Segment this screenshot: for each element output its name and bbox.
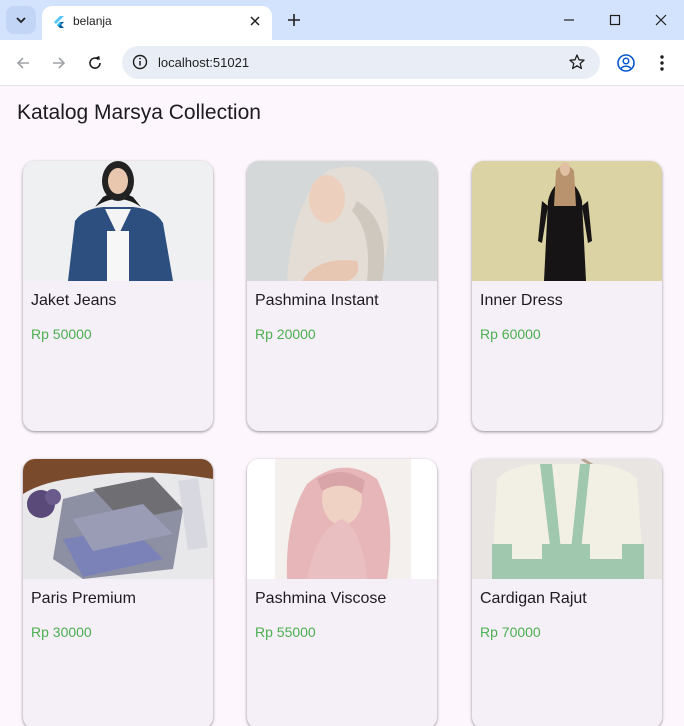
- tab-search-button[interactable]: [6, 6, 36, 34]
- product-price: Rp 70000: [480, 624, 541, 640]
- window-close-button[interactable]: [638, 0, 684, 40]
- product-name: Jaket Jeans: [31, 292, 117, 309]
- bookmark-star-icon[interactable]: [568, 53, 586, 71]
- tab-title: belanja: [73, 14, 112, 28]
- profile-icon: [617, 54, 635, 72]
- product-name: Inner Dress: [480, 292, 563, 309]
- tab-close-button[interactable]: [246, 12, 264, 30]
- product-image: [247, 459, 437, 579]
- minimize-icon: [564, 19, 574, 21]
- flutter-icon: [54, 16, 64, 28]
- product-name: Pashmina Viscose: [255, 590, 387, 607]
- product-price: Rp 20000: [255, 326, 316, 342]
- chevron-down-icon: [16, 17, 26, 24]
- browser-toolbar: localhost:51021: [0, 40, 684, 86]
- product-price: Rp 30000: [31, 624, 92, 640]
- product-card[interactable]: Pashmina Instant Rp 20000: [247, 161, 437, 431]
- product-name: Pashmina Instant: [255, 292, 379, 309]
- product-price: Rp 60000: [480, 326, 541, 342]
- product-image: [23, 161, 213, 281]
- product-card[interactable]: Paris Premium Rp 30000: [23, 459, 213, 726]
- page-content: Katalog Marsya Collection Jaket Jeans Rp…: [0, 87, 684, 726]
- product-card[interactable]: Cardigan Rajut Rp 70000: [472, 459, 662, 726]
- profile-button[interactable]: [615, 52, 637, 74]
- product-price: Rp 55000: [255, 624, 316, 640]
- product-image: [23, 459, 213, 579]
- maximize-button[interactable]: [592, 0, 638, 40]
- product-image: [472, 161, 662, 281]
- forward-button[interactable]: [45, 49, 73, 77]
- arrow-left-icon: [16, 57, 29, 69]
- product-name: Paris Premium: [31, 590, 136, 607]
- product-card[interactable]: Jaket Jeans Rp 50000: [23, 161, 213, 431]
- reload-icon: [89, 55, 101, 69]
- close-icon: [250, 16, 260, 26]
- close-icon: [655, 14, 667, 26]
- back-button[interactable]: [9, 49, 37, 77]
- site-info-icon[interactable]: [131, 53, 149, 71]
- product-card[interactable]: Inner Dress Rp 60000: [472, 161, 662, 431]
- product-image: [247, 161, 437, 281]
- product-card[interactable]: Pashmina Viscose Rp 55000: [247, 459, 437, 726]
- browser-tabbar: belanja: [0, 0, 684, 40]
- browser-tab[interactable]: belanja: [42, 6, 272, 40]
- maximize-icon: [609, 14, 621, 26]
- product-image: [472, 459, 662, 579]
- reload-button[interactable]: [81, 49, 109, 77]
- arrow-right-icon: [53, 57, 66, 69]
- plus-icon: [288, 14, 300, 26]
- address-bar[interactable]: localhost:51021: [122, 46, 600, 79]
- product-name: Cardigan Rajut: [480, 590, 587, 607]
- new-tab-button[interactable]: [282, 8, 306, 32]
- product-price: Rp 50000: [31, 326, 92, 342]
- menu-button[interactable]: [651, 52, 673, 74]
- page-title: Katalog Marsya Collection: [17, 101, 261, 124]
- minimize-button[interactable]: [546, 0, 592, 40]
- more-vertical-icon: [660, 55, 664, 71]
- url-text: localhost:51021: [158, 55, 250, 70]
